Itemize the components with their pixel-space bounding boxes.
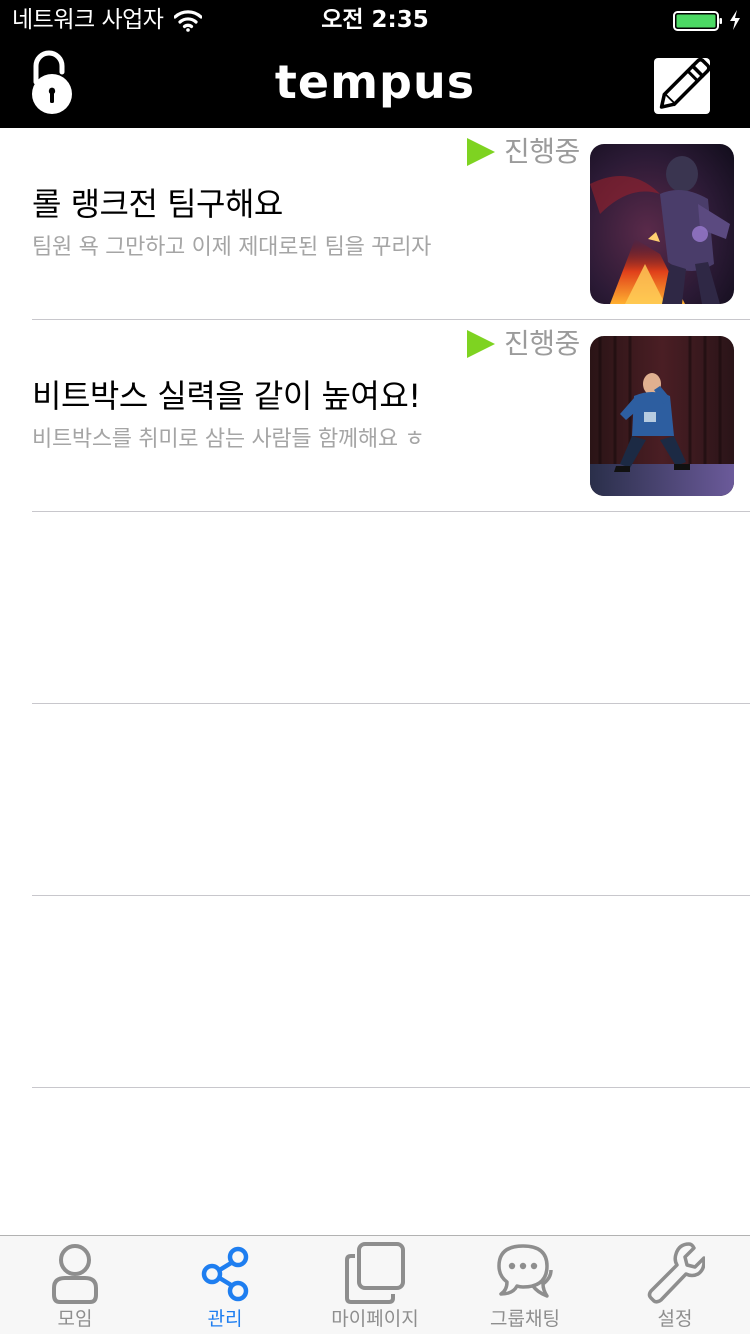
tab-label: 관리 <box>207 1308 243 1330</box>
tab-label: 그룹채팅 <box>490 1308 560 1330</box>
navigation-bar: tempus <box>0 40 750 128</box>
person-icon <box>52 1244 98 1304</box>
tab-mypage[interactable]: 마이페이지 <box>300 1236 450 1334</box>
tab-bar: 모임 관리 마이페이지 그룹채팅 설정 <box>0 1235 750 1334</box>
app-title: tempus <box>274 55 476 109</box>
tab-group-chat[interactable]: 그룹채팅 <box>450 1236 600 1334</box>
battery-icon <box>673 10 723 32</box>
room-description: 팀원 욕 그만하고 이제 제대로된 팀을 꾸리자 <box>32 235 432 260</box>
tab-gathering[interactable]: 모임 <box>0 1236 150 1334</box>
carrier-name: 네트워크 사업자 <box>12 7 164 33</box>
row-divider <box>32 1087 750 1088</box>
chat-bubbles-icon <box>497 1244 553 1298</box>
compose-icon[interactable] <box>654 57 711 114</box>
wrench-icon <box>647 1242 705 1304</box>
status-bar: 네트워크 사업자 오전 2:35 <box>0 0 750 40</box>
tab-label: 모임 <box>57 1308 93 1330</box>
empty-row <box>0 704 750 896</box>
wifi-icon <box>173 10 203 32</box>
play-icon <box>467 330 495 358</box>
empty-row <box>0 512 750 704</box>
stacked-squares-icon <box>345 1242 405 1304</box>
charging-bolt-icon <box>728 9 742 31</box>
status-label: 진행중 <box>504 327 580 360</box>
status-label: 진행중 <box>504 135 580 168</box>
game-character-thumbnail <box>590 144 734 304</box>
tab-label: 마이페이지 <box>331 1308 419 1330</box>
status-badge: 진행중 <box>466 324 580 364</box>
tab-settings[interactable]: 설정 <box>600 1236 750 1334</box>
empty-row <box>0 896 750 1088</box>
room-title: 비트박스 실력을 같이 높여요! <box>32 377 421 415</box>
room-list: 진행중 롤 랭크전 팀구해요 팀원 욕 그만하고 이제 제대로된 팀을 꾸리자 <box>0 128 750 1236</box>
list-item[interactable]: 진행중 롤 랭크전 팀구해요 팀원 욕 그만하고 이제 제대로된 팀을 꾸리자 <box>0 128 750 320</box>
list-item[interactable]: 진행중 비트박스 실력을 같이 높여요! 비트박스를 취미로 삼는 사람들 함께… <box>0 320 750 512</box>
status-badge: 진행중 <box>466 132 580 172</box>
room-title: 롤 랭크전 팀구해요 <box>32 185 283 223</box>
beatbox-performer-thumbnail <box>590 336 734 496</box>
room-description: 비트박스를 취미로 삼는 사람들 함께해요 ㅎ <box>32 427 425 452</box>
tab-manage[interactable]: 관리 <box>150 1236 300 1334</box>
play-icon <box>467 138 495 166</box>
app-screen: 네트워크 사업자 오전 2:35 tempus 진행중 롤 랭크전 팀구해요 팀… <box>0 0 750 1334</box>
unlock-icon[interactable] <box>28 48 76 118</box>
tab-label: 설정 <box>657 1308 693 1330</box>
share-icon <box>201 1246 249 1302</box>
